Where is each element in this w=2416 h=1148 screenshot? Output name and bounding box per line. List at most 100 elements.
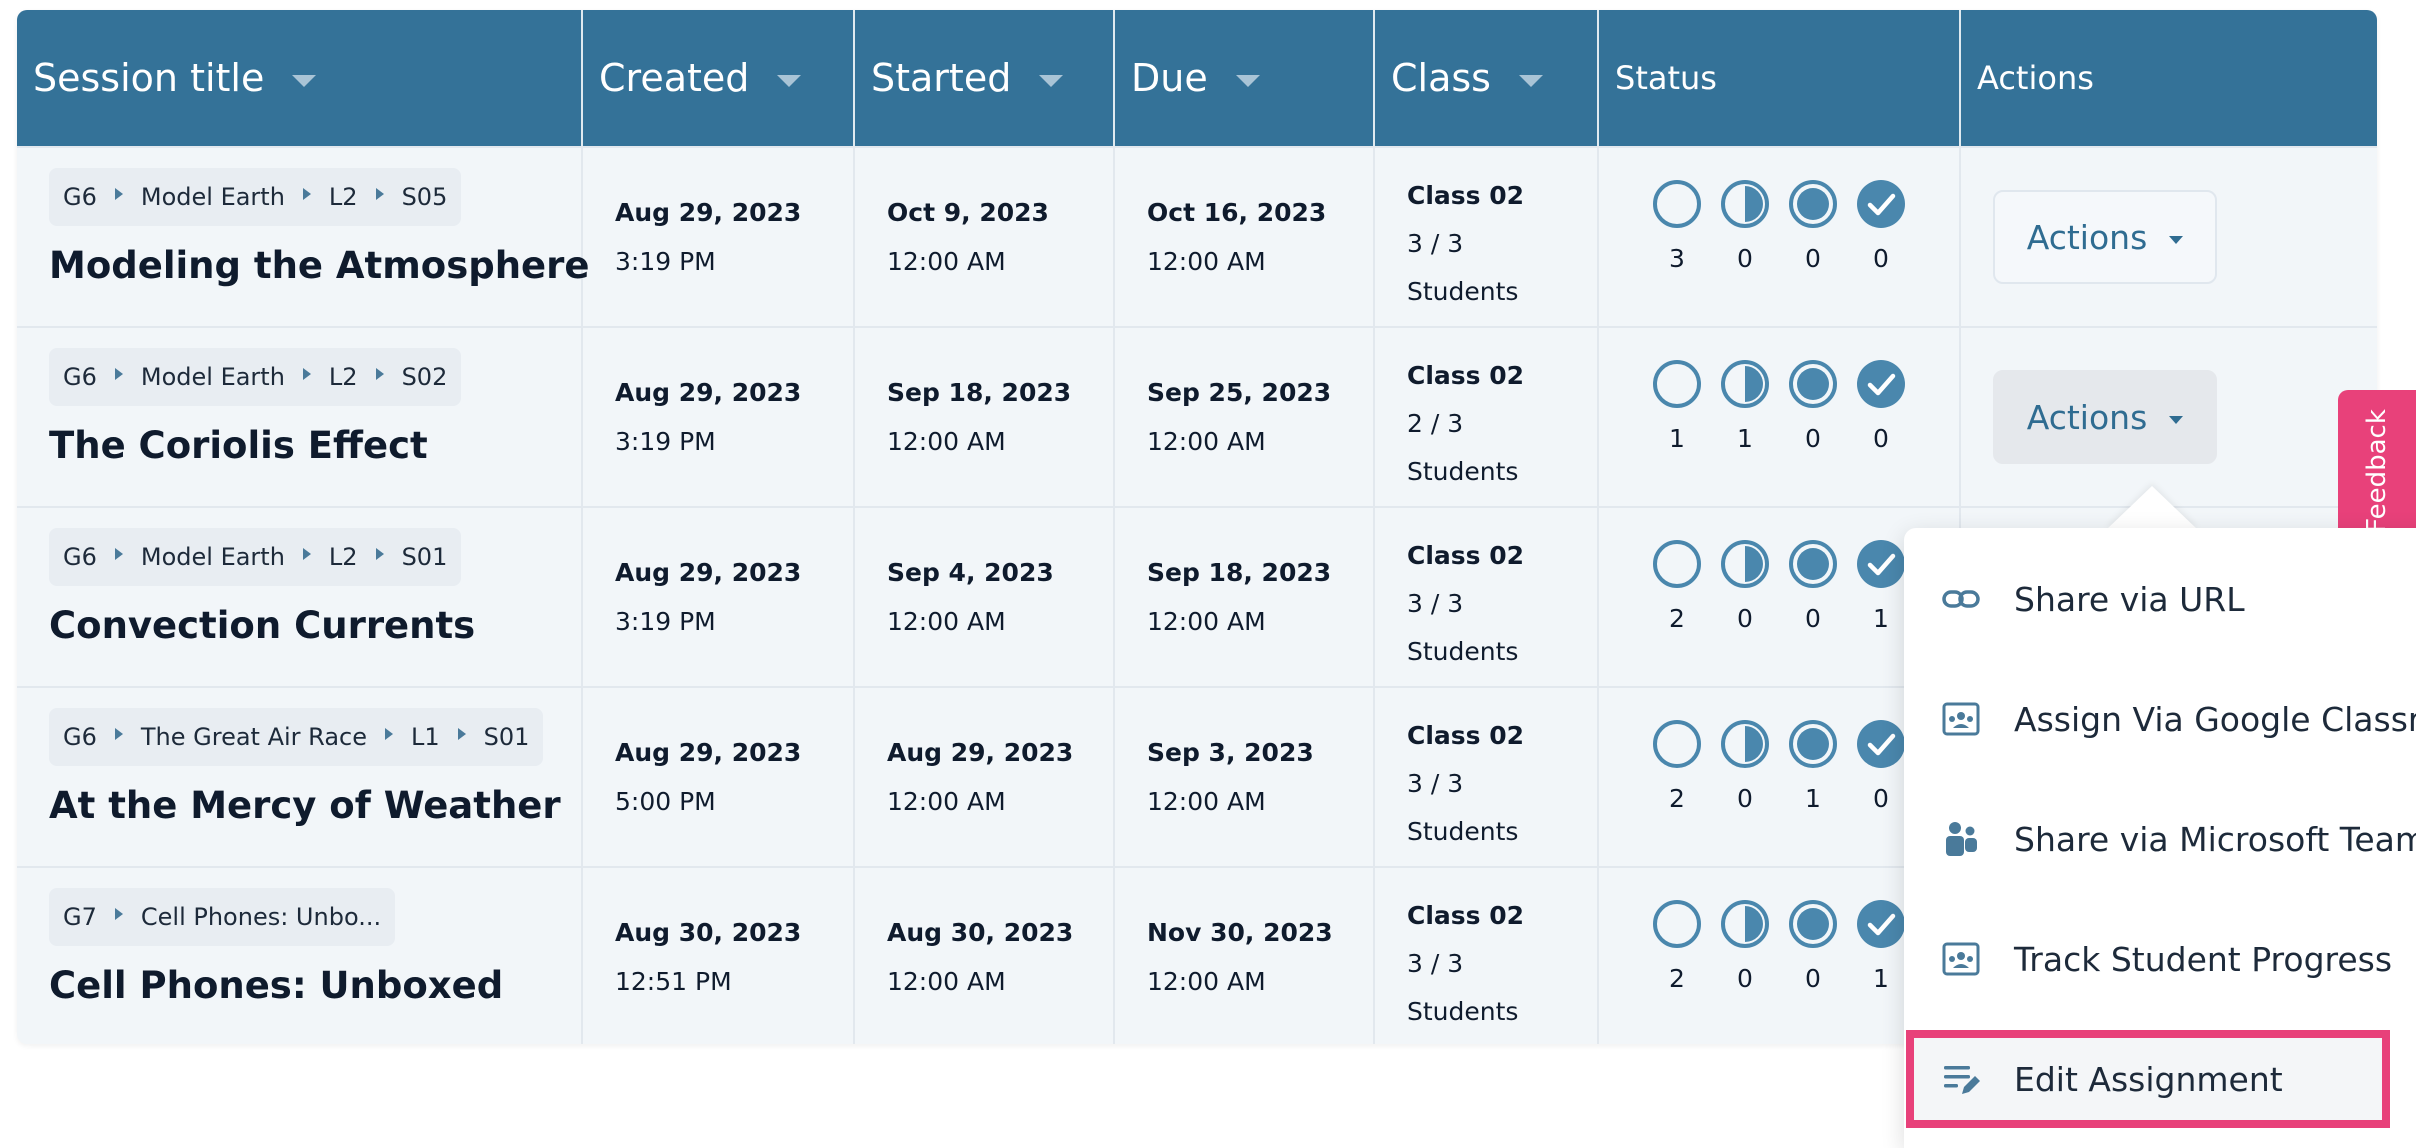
status-count-submitted: 0 bbox=[1805, 244, 1821, 273]
circle-half-icon bbox=[1721, 540, 1769, 588]
class-cell: Class 02 2 / 3 Students bbox=[1407, 352, 1524, 496]
status-count-completed: 1 bbox=[1873, 604, 1889, 633]
breadcrumb: G6 Model Earth L2 S02 bbox=[49, 348, 462, 406]
created-date: Aug 29, 2023 bbox=[615, 378, 802, 407]
session-title[interactable]: Cell Phones: Unboxed bbox=[49, 964, 503, 1007]
class-count: 3 / 3 bbox=[1407, 949, 1464, 978]
menu-item-edit-assignment[interactable]: Edit Assignment bbox=[1904, 1024, 2416, 1134]
sort-arrow-icon[interactable] bbox=[1234, 73, 1262, 89]
breadcrumb-separator-icon bbox=[302, 368, 311, 380]
due-date: Sep 18, 2023 bbox=[1147, 558, 1332, 587]
created-date: Aug 29, 2023 bbox=[615, 738, 802, 767]
class-cell: Class 02 3 / 3 Students bbox=[1407, 172, 1524, 316]
session-title[interactable]: Modeling the Atmosphere bbox=[49, 244, 589, 287]
actions-button-active[interactable]: Actions bbox=[1993, 370, 2217, 464]
table-row[interactable]: G6 Model Earth L2 S02 The Coriolis Effec… bbox=[17, 326, 2377, 506]
circle-check-icon bbox=[1857, 900, 1905, 948]
header-label: Session title bbox=[33, 56, 265, 100]
circle-check-icon bbox=[1857, 360, 1905, 408]
header-class[interactable]: Class bbox=[1375, 10, 1597, 146]
started-cell: Oct 9, 2023 12:00 AM bbox=[887, 198, 1049, 276]
circle-filled-icon bbox=[1789, 180, 1837, 228]
breadcrumb-item[interactable]: Model Earth bbox=[141, 363, 285, 391]
breadcrumb-item[interactable]: L2 bbox=[329, 543, 358, 571]
started-cell: Aug 30, 2023 12:00 AM bbox=[887, 918, 1073, 996]
header-label: Actions bbox=[1977, 59, 2094, 97]
breadcrumb: G7 Cell Phones: Unbo... bbox=[49, 888, 396, 946]
session-title[interactable]: Convection Currents bbox=[49, 604, 475, 647]
dropdown-pointer bbox=[2106, 486, 2198, 530]
breadcrumb-separator-icon bbox=[385, 728, 393, 740]
breadcrumb-item[interactable]: Model Earth bbox=[141, 543, 285, 571]
class-count: 3 / 3 bbox=[1407, 589, 1464, 618]
breadcrumb-item[interactable]: L1 bbox=[411, 723, 440, 751]
caret-down-icon bbox=[2169, 236, 2184, 244]
sort-arrow-icon[interactable] bbox=[290, 73, 318, 89]
breadcrumb-separator-icon bbox=[114, 548, 123, 560]
class-cell: Class 02 3 / 3 Students bbox=[1407, 712, 1524, 856]
track-progress-icon bbox=[1942, 942, 1980, 976]
sort-arrow-icon[interactable] bbox=[775, 73, 803, 89]
header-session-title[interactable]: Session title bbox=[17, 10, 581, 146]
menu-item-track-progress[interactable]: Track Student Progress bbox=[1904, 904, 2416, 1014]
breadcrumb-item[interactable]: Model Earth bbox=[141, 183, 285, 211]
started-time: 12:00 AM bbox=[887, 787, 1006, 816]
class-cell: Class 02 3 / 3 Students bbox=[1407, 892, 1524, 1036]
status-count-completed: 0 bbox=[1873, 784, 1889, 813]
status-count-not-started: 2 bbox=[1669, 604, 1685, 633]
breadcrumb-item[interactable]: G6 bbox=[63, 543, 97, 571]
header-status: Status bbox=[1599, 10, 1959, 146]
menu-item-label: Share via URL bbox=[2014, 579, 2245, 619]
status-count-in-progress: 0 bbox=[1737, 604, 1753, 633]
class-unit: Students bbox=[1407, 457, 1519, 486]
breadcrumb-item[interactable]: The Great Air Race bbox=[141, 723, 367, 751]
started-time: 12:00 AM bbox=[887, 427, 1006, 456]
created-date: Aug 29, 2023 bbox=[615, 558, 802, 587]
class-unit: Students bbox=[1407, 817, 1519, 846]
class-count: 3 / 3 bbox=[1407, 229, 1464, 258]
menu-item-google-classroom[interactable]: Assign Via Google Classroom bbox=[1904, 664, 2416, 774]
header-created[interactable]: Created bbox=[583, 10, 853, 146]
breadcrumb-item[interactable]: G6 bbox=[63, 723, 97, 751]
due-time: 12:00 AM bbox=[1147, 247, 1266, 276]
edit-list-icon bbox=[1944, 1066, 1980, 1094]
breadcrumb-item[interactable]: L2 bbox=[329, 183, 358, 211]
started-time: 12:00 AM bbox=[887, 247, 1006, 276]
menu-item-label: Edit Assignment bbox=[2014, 1059, 2283, 1099]
breadcrumb-item[interactable]: G6 bbox=[63, 183, 97, 211]
circle-half-icon bbox=[1721, 180, 1769, 228]
created-time: 5:00 PM bbox=[615, 787, 716, 816]
circle-filled-icon bbox=[1789, 720, 1837, 768]
header-started[interactable]: Started bbox=[855, 10, 1113, 146]
breadcrumb-separator-icon bbox=[114, 728, 123, 740]
header-due[interactable]: Due bbox=[1115, 10, 1373, 146]
status-count-submitted: 1 bbox=[1805, 784, 1821, 813]
table-row[interactable]: G6 Model Earth L2 S05 Modeling the Atmos… bbox=[17, 146, 2377, 326]
breadcrumb-item[interactable]: S05 bbox=[402, 183, 448, 211]
started-date: Aug 30, 2023 bbox=[887, 918, 1074, 947]
breadcrumb-item[interactable]: L2 bbox=[329, 363, 358, 391]
created-date: Aug 29, 2023 bbox=[615, 198, 802, 227]
status-count-in-progress: 0 bbox=[1737, 964, 1753, 993]
breadcrumb-item[interactable]: S01 bbox=[402, 543, 448, 571]
breadcrumb-item[interactable]: S02 bbox=[402, 363, 448, 391]
session-title[interactable]: The Coriolis Effect bbox=[49, 424, 428, 467]
menu-item-share-url[interactable]: Share via URL bbox=[1904, 544, 2416, 654]
header-label: Created bbox=[599, 56, 750, 100]
status-count-submitted: 0 bbox=[1805, 424, 1821, 453]
breadcrumb-item[interactable]: Cell Phones: Unbo... bbox=[141, 903, 381, 931]
started-cell: Aug 29, 2023 12:00 AM bbox=[887, 738, 1073, 816]
menu-item-microsoft-teams[interactable]: Share via Microsoft Teams bbox=[1904, 784, 2416, 894]
feedback-label: Feedback bbox=[2362, 409, 2392, 533]
breadcrumb-item[interactable]: G6 bbox=[63, 363, 97, 391]
session-title[interactable]: At the Mercy of Weather bbox=[49, 784, 561, 827]
actions-button[interactable]: Actions bbox=[1993, 190, 2217, 284]
caret-down-icon bbox=[2169, 416, 2184, 424]
breadcrumb-separator-icon bbox=[302, 548, 311, 560]
due-cell: Sep 25, 2023 12:00 AM bbox=[1147, 378, 1331, 456]
sort-arrow-icon[interactable] bbox=[1517, 73, 1545, 89]
breadcrumb-item[interactable]: S01 bbox=[484, 723, 530, 751]
class-name: Class 02 bbox=[1407, 181, 1525, 210]
sort-arrow-icon[interactable] bbox=[1037, 73, 1065, 89]
breadcrumb-item[interactable]: G7 bbox=[63, 903, 97, 931]
